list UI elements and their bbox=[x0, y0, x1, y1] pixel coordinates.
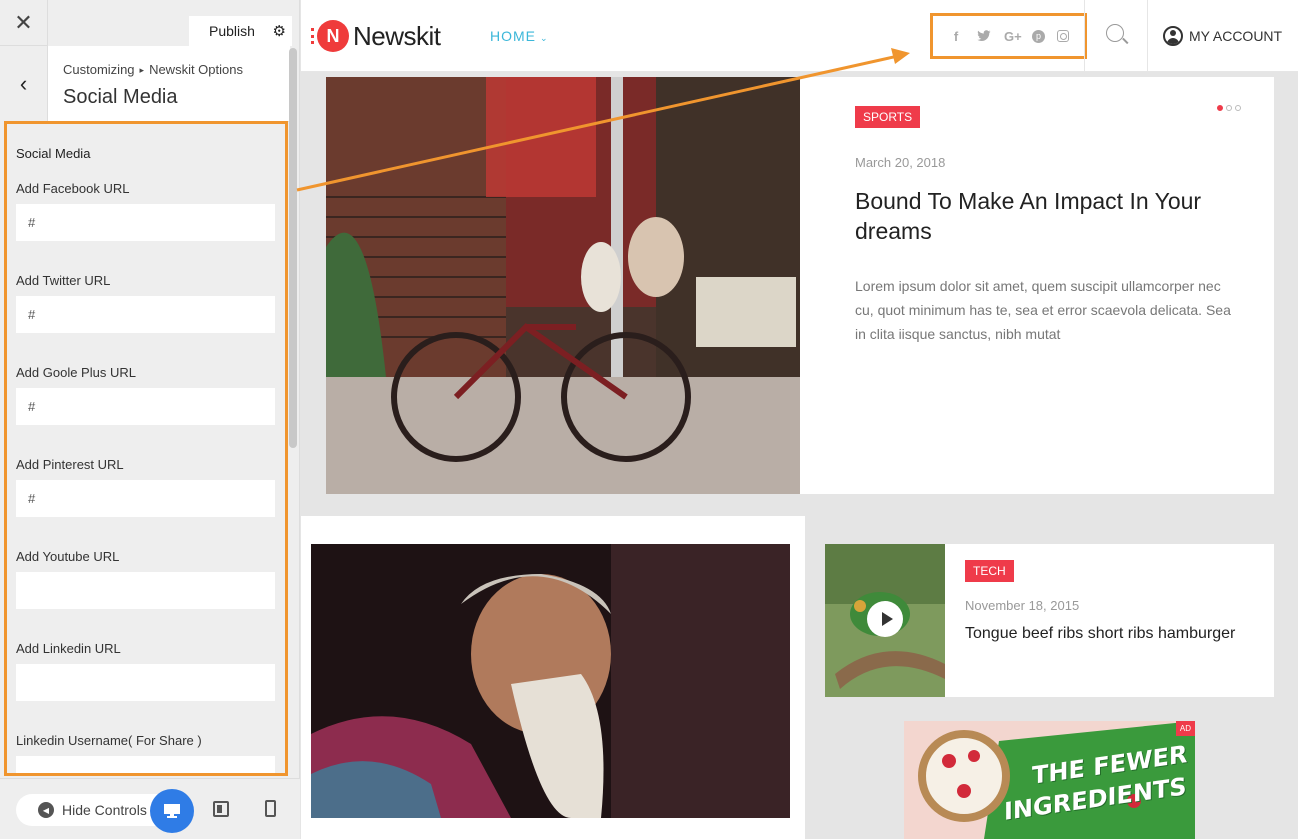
site-logo[interactable]: N Newskit bbox=[311, 20, 441, 52]
category-badge[interactable]: TECH bbox=[965, 560, 1014, 582]
fields-heading: Social Media bbox=[16, 146, 91, 161]
side-post-image[interactable] bbox=[825, 544, 945, 697]
header-social-icons: f G+ p bbox=[930, 13, 1087, 59]
large-post-card bbox=[301, 516, 805, 839]
large-post-image[interactable] bbox=[311, 544, 790, 818]
advertisement-banner[interactable]: AD THE FEWER INGREDIENTS bbox=[904, 721, 1195, 839]
pinterest-url-input[interactable] bbox=[16, 480, 275, 517]
twitter-url-input[interactable] bbox=[16, 296, 275, 333]
post-date: March 20, 2018 bbox=[855, 155, 946, 170]
twitter-url-group: Add Twitter URL bbox=[16, 273, 276, 333]
post-date: November 18, 2015 bbox=[965, 598, 1080, 613]
sidebar-scrollbar[interactable] bbox=[289, 48, 297, 448]
pinterest-icon[interactable]: p bbox=[1032, 29, 1045, 43]
linkedin-url-input[interactable] bbox=[16, 664, 275, 701]
google-plus-url-label: Add Goole Plus URL bbox=[16, 365, 136, 380]
customizer-sidebar: ✕ Publish ⚙ ‹ Customizing ▸ Newskit Option… bbox=[0, 0, 300, 839]
featured-image[interactable] bbox=[326, 77, 800, 494]
youtube-url-label: Add Youtube URL bbox=[16, 549, 120, 564]
linkedin-url-group: Add Linkedin URL bbox=[16, 641, 276, 701]
google-plus-icon[interactable]: G+ bbox=[1004, 29, 1022, 44]
slider-dot[interactable] bbox=[1235, 105, 1241, 111]
twitter-icon[interactable] bbox=[976, 30, 992, 42]
post-excerpt: Lorem ipsum dolor sit amet, quem suscipi… bbox=[855, 278, 1231, 342]
side-post-card: TECH November 18, 2015 Tongue beef ribs … bbox=[825, 544, 1274, 697]
gear-icon[interactable]: ⚙ bbox=[273, 22, 286, 40]
back-button[interactable]: ‹ bbox=[0, 46, 48, 122]
search-icon[interactable] bbox=[1106, 24, 1124, 42]
close-icon: ✕ bbox=[14, 9, 33, 35]
tablet-preview-icon[interactable] bbox=[213, 801, 229, 817]
large-post-photo bbox=[311, 544, 790, 818]
facebook-url-label: Add Facebook URL bbox=[16, 181, 130, 196]
post-title[interactable]: Bound To Make An Impact In Your dreams bbox=[855, 186, 1235, 246]
post-title[interactable]: Tongue beef ribs short ribs hamburger bbox=[965, 625, 1265, 643]
my-account-label: MY ACCOUNT bbox=[1189, 28, 1283, 44]
header-divider bbox=[1084, 0, 1085, 72]
logo-mark: N bbox=[311, 20, 349, 52]
section-title: Social Media bbox=[63, 86, 178, 108]
desktop-icon bbox=[164, 804, 180, 818]
play-button[interactable] bbox=[867, 601, 903, 637]
linkedin-username-label: Linkedin Username( For Share ) bbox=[16, 733, 202, 748]
section-header: ‹ Customizing ▸ Newskit Options Social Med… bbox=[0, 46, 290, 122]
slider-dot[interactable] bbox=[1217, 105, 1223, 111]
featured-post: SPORTS March 20, 2018 Bound To Make An I… bbox=[326, 77, 1274, 494]
google-plus-url-input[interactable] bbox=[16, 388, 275, 425]
chevron-left-icon: ‹ bbox=[19, 71, 28, 96]
featured-photo bbox=[326, 77, 800, 494]
site-header: N Newskit HOME ⌄ f G+ p MY ACCOUNT bbox=[301, 0, 1298, 72]
facebook-url-input[interactable] bbox=[16, 204, 275, 241]
pinterest-url-label: Add Pinterest URL bbox=[16, 457, 124, 472]
slider-dots bbox=[1217, 105, 1241, 111]
slider-dot[interactable] bbox=[1226, 105, 1232, 111]
linkedin-username-group: Linkedin Username( For Share ) bbox=[16, 733, 276, 773]
user-icon bbox=[1163, 26, 1183, 46]
featured-body: SPORTS March 20, 2018 Bound To Make An I… bbox=[855, 106, 1235, 346]
header-divider bbox=[1147, 0, 1148, 72]
category-badge[interactable]: SPORTS bbox=[855, 106, 921, 128]
chevron-down-icon: ⌄ bbox=[540, 33, 549, 43]
nav-home-link[interactable]: HOME ⌄ bbox=[490, 28, 549, 44]
breadcrumb: Customizing ▸ Newskit Options bbox=[63, 62, 243, 77]
desktop-preview-button[interactable] bbox=[150, 789, 194, 833]
linkedin-url-label: Add Linkedin URL bbox=[16, 641, 121, 656]
instagram-icon[interactable] bbox=[1057, 30, 1069, 42]
my-account-link[interactable]: MY ACCOUNT bbox=[1163, 26, 1282, 46]
customizer-footer: ◀ Hide Controls bbox=[0, 778, 300, 839]
facebook-icon[interactable]: f bbox=[948, 29, 964, 44]
mobile-preview-icon[interactable] bbox=[265, 800, 276, 817]
hide-controls-label: Hide Controls bbox=[62, 802, 147, 818]
logo-text: Newskit bbox=[353, 20, 441, 51]
publish-button[interactable]: Publish ⚙ bbox=[189, 16, 292, 46]
close-customizer-button[interactable]: ✕ bbox=[0, 0, 48, 46]
linkedin-username-input[interactable] bbox=[16, 756, 275, 773]
social-media-fields-panel: Social Media Add Facebook URL Add Twitte… bbox=[4, 121, 288, 776]
youtube-url-input[interactable] bbox=[16, 572, 275, 609]
pinterest-url-group: Add Pinterest URL bbox=[16, 457, 276, 517]
breadcrumb-item: Customizing bbox=[63, 62, 135, 77]
nav-home-label: HOME bbox=[490, 28, 536, 44]
publish-label: Publish bbox=[209, 23, 255, 39]
side-post-body: TECH November 18, 2015 Tongue beef ribs … bbox=[965, 560, 1265, 643]
breadcrumb-item: Newskit Options bbox=[149, 62, 243, 77]
youtube-url-group: Add Youtube URL bbox=[16, 549, 276, 609]
facebook-url-group: Add Facebook URL bbox=[16, 181, 276, 241]
ad-badge: AD bbox=[1175, 721, 1195, 736]
collapse-icon: ◀ bbox=[38, 802, 54, 818]
google-plus-url-group: Add Goole Plus URL bbox=[16, 365, 276, 425]
breadcrumb-separator-icon: ▸ bbox=[139, 65, 145, 75]
twitter-url-label: Add Twitter URL bbox=[16, 273, 111, 288]
